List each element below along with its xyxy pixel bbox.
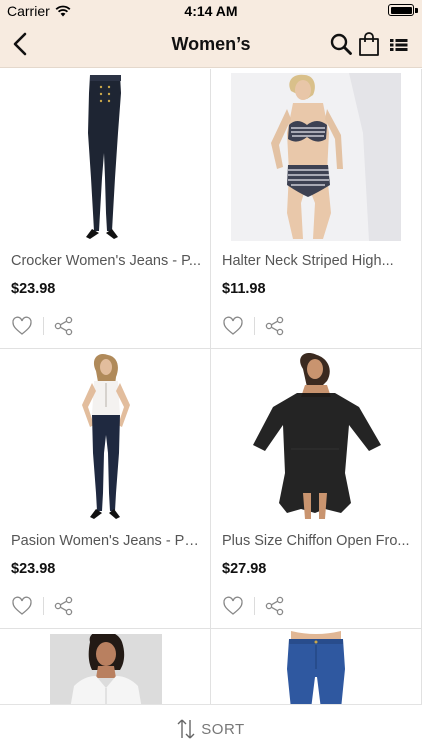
share-icon[interactable] — [264, 316, 286, 336]
action-divider — [43, 597, 44, 615]
status-bar: Carrier 4:14 AM — [0, 0, 422, 22]
share-icon[interactable] — [53, 596, 75, 616]
product-price: $23.98 — [11, 561, 56, 577]
card-actions — [11, 315, 75, 337]
product-image[interactable] — [231, 353, 401, 521]
sort-bar: SORT — [0, 704, 422, 750]
product-image[interactable] — [271, 629, 361, 709]
search-icon[interactable] — [329, 31, 353, 57]
product-card[interactable] — [0, 629, 211, 709]
product-title[interactable]: Plus Size Chiffon Open Fro... — [222, 533, 414, 549]
product-image[interactable] — [50, 634, 162, 709]
share-icon[interactable] — [53, 316, 75, 336]
product-card[interactable] — [211, 629, 422, 709]
heart-icon[interactable] — [11, 596, 33, 616]
share-icon[interactable] — [264, 596, 286, 616]
product-card[interactable]: Crocker Women's Jeans - P... $23.98 — [0, 69, 211, 349]
card-actions — [222, 315, 286, 337]
sort-button[interactable]: SORT — [0, 717, 422, 741]
product-card[interactable]: Plus Size Chiffon Open Fro... $27.98 — [211, 349, 422, 629]
product-price: $23.98 — [11, 281, 56, 297]
product-title[interactable]: Halter Neck Striped High... — [222, 253, 414, 269]
status-time: 4:14 AM — [184, 3, 238, 19]
product-price: $27.98 — [222, 561, 267, 577]
heart-icon[interactable] — [222, 596, 244, 616]
battery-icon — [388, 4, 414, 16]
action-divider — [254, 317, 255, 335]
product-title[interactable]: Crocker Women's Jeans - P... — [11, 253, 203, 269]
product-image[interactable] — [231, 73, 401, 241]
nav-bar: Women’s — [0, 22, 422, 68]
shopping-bag-icon[interactable] — [357, 31, 381, 57]
product-title[interactable]: Pasion Women's Jeans - Pu... — [11, 533, 203, 549]
heart-icon[interactable] — [11, 316, 33, 336]
sort-arrows-icon — [177, 719, 195, 739]
product-image[interactable] — [20, 73, 190, 241]
action-divider — [43, 317, 44, 335]
sort-label: SORT — [201, 720, 245, 738]
product-card[interactable]: Pasion Women's Jeans - Pu... $23.98 — [0, 349, 211, 629]
product-price: $11.98 — [222, 281, 266, 297]
action-divider — [254, 597, 255, 615]
app-header: Carrier 4:14 AM Women’s — [0, 0, 422, 68]
battery-cap — [415, 8, 418, 13]
heart-icon[interactable] — [222, 316, 244, 336]
product-image[interactable] — [20, 353, 190, 521]
product-card[interactable]: Halter Neck Striped High... $11.98 — [211, 69, 422, 349]
card-actions — [11, 595, 75, 617]
card-actions — [222, 595, 286, 617]
list-view-icon[interactable] — [388, 31, 412, 57]
